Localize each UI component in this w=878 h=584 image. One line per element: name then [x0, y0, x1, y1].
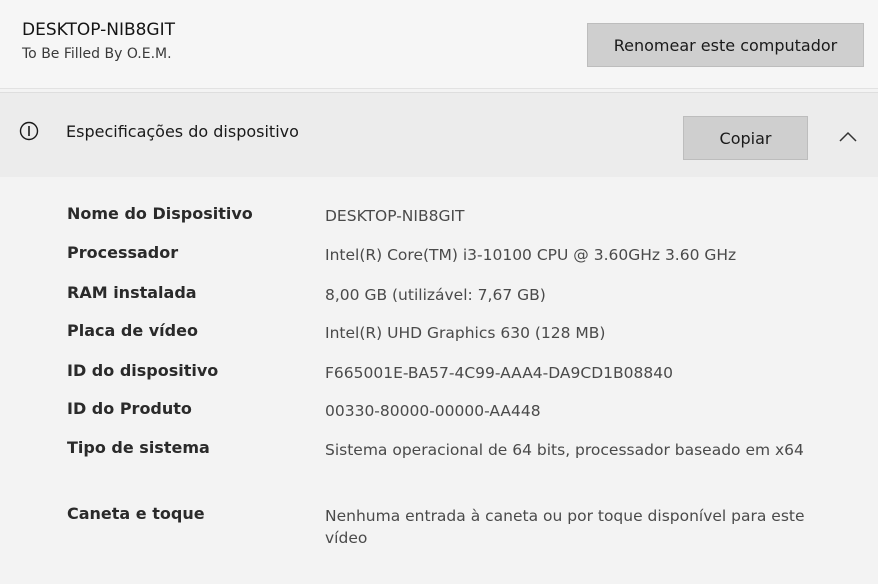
- rename-pc-button[interactable]: Renomear este computador: [587, 23, 864, 67]
- device-specs-list: Nome do Dispositivo DESKTOP-NIB8GIT Proc…: [0, 177, 878, 584]
- spec-value: 8,00 GB (utilizável: 7,67 GB): [325, 286, 546, 304]
- spec-value: Intel(R) Core(TM) i3-10100 CPU @ 3.60GHz…: [325, 246, 737, 264]
- spec-label: Processador: [67, 243, 179, 262]
- spec-value: 00330-80000-00000-AA448: [325, 402, 541, 420]
- device-specs-header[interactable]: Especificações do dispositivo Copiar: [0, 92, 878, 178]
- spec-label: Nome do Dispositivo: [67, 204, 253, 223]
- spec-value: Intel(R) UHD Graphics 630 (128 MB): [325, 324, 606, 342]
- spec-label: ID do Produto: [67, 399, 192, 418]
- spec-label: Tipo de sistema: [67, 438, 210, 457]
- copy-button[interactable]: Copiar: [683, 116, 808, 160]
- info-icon: [19, 121, 39, 141]
- chevron-up-icon[interactable]: [838, 129, 858, 143]
- device-model: To Be Filled By O.E.M.: [22, 46, 172, 62]
- spec-value: DESKTOP-NIB8GIT: [325, 207, 465, 225]
- spec-value: F665001E-BA57-4C99-AAA4-DA9CD1B08840: [325, 364, 673, 382]
- spec-label: RAM instalada: [67, 283, 197, 302]
- device-name: DESKTOP-NIB8GIT: [22, 20, 176, 40]
- spec-value: Sistema operacional de 64 bits, processa…: [325, 441, 804, 459]
- spec-label: Caneta e toque: [67, 504, 205, 523]
- device-name-card: DESKTOP-NIB8GIT To Be Filled By O.E.M. R…: [0, 0, 878, 89]
- spec-label: ID do dispositivo: [67, 361, 219, 380]
- spec-label: Placa de vídeo: [67, 321, 198, 340]
- spec-value: Nenhuma entrada à caneta ou por toque di…: [325, 507, 805, 547]
- device-specs-title: Especificações do dispositivo: [66, 122, 299, 141]
